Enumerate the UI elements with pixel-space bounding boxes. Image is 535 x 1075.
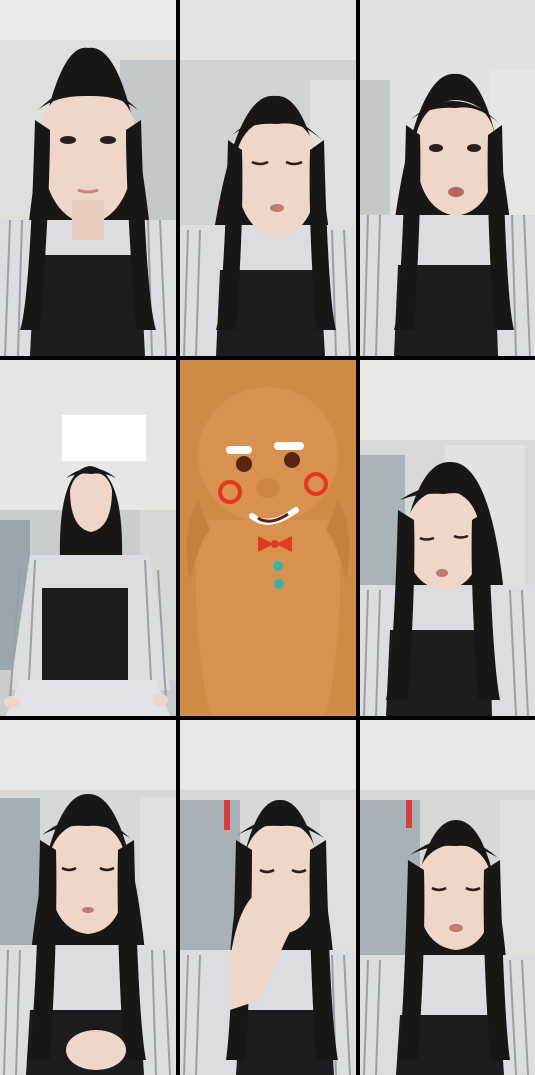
gingerbread-filter-face <box>180 360 356 716</box>
photo-collage-grid <box>0 0 535 1075</box>
collage-tile-3 <box>360 0 535 356</box>
portrait-head-tilt <box>360 360 535 716</box>
portrait-looking-side <box>360 0 535 356</box>
collage-tile-7 <box>0 720 176 1075</box>
collage-tile-9 <box>360 720 535 1075</box>
collage-tile-4 <box>0 360 176 716</box>
collage-tile-6 <box>360 360 535 716</box>
collage-tile-1 <box>0 0 176 356</box>
portrait-eyes-closed-pout <box>360 720 535 1075</box>
portrait-eyes-closed <box>180 0 356 356</box>
portrait-hand-over-mouth <box>180 720 356 1075</box>
collage-tile-5 <box>180 360 356 716</box>
portrait-wide-shot <box>0 360 176 716</box>
collage-tile-2 <box>180 0 356 356</box>
portrait-hands-clasped <box>0 720 176 1075</box>
portrait-front-neutral <box>0 0 176 356</box>
collage-tile-8 <box>180 720 356 1075</box>
